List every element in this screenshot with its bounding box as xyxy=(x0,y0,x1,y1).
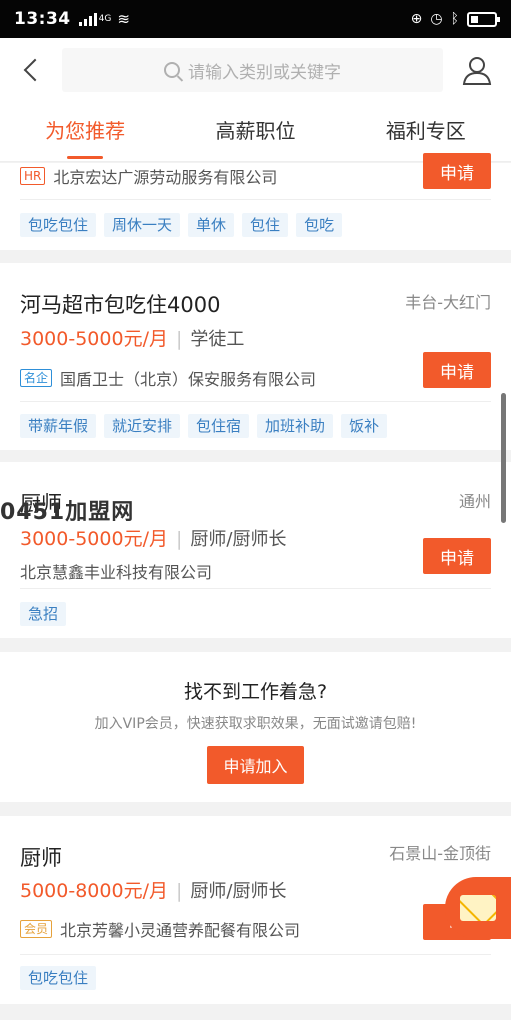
benefit-tag: 加班补助 xyxy=(257,414,334,438)
job-title: 河马超市包吃住4000 xyxy=(20,293,221,317)
header: 请输入类别或关键字 xyxy=(0,38,511,102)
envelope-icon xyxy=(460,895,496,921)
back-button[interactable] xyxy=(0,38,62,102)
battery-icon xyxy=(467,11,500,27)
vip-promo: 找不到工作着急? 加入VIP会员，快速获取求职效果，无面试邀请包赔! 申请加入 xyxy=(0,652,511,802)
benefit-tag: 包住 xyxy=(242,213,289,237)
benefit-tag: 包住宿 xyxy=(188,414,250,438)
tag-list: 带薪年假 就近安排 包住宿 加班补助 饭补 xyxy=(20,414,388,438)
company-name: 北京宏达广源劳动服务有限公司 xyxy=(53,168,278,187)
job-location: 通州 xyxy=(458,492,491,511)
promo-subtext: 加入VIP会员，快速获取求职效果，无面试邀请包赔! xyxy=(94,716,417,732)
benefit-tag: 周休一天 xyxy=(104,213,181,237)
benefit-tag: 包吃包住 xyxy=(20,213,97,237)
tab-high-salary[interactable]: 高薪职位 xyxy=(170,102,340,161)
job-location: 丰台-大红门 xyxy=(405,293,491,312)
job-card[interactable]: 厨师 通州 3000-5000元/月 | 厨师/厨师长 北京慧鑫丰业科技有限公司 申… xyxy=(0,462,511,638)
divider xyxy=(20,401,491,402)
tab-recommended[interactable]: 为您推荐 xyxy=(0,102,170,161)
tag-list: 急招 xyxy=(20,602,67,626)
job-salary: 3000-5000元/月 xyxy=(20,528,168,550)
benefit-tag: 就近安排 xyxy=(104,414,181,438)
job-salary: 3000-5000元/月 xyxy=(20,328,168,350)
divider xyxy=(20,954,491,955)
job-location: 石景山-金顶街 xyxy=(389,844,491,863)
job-card[interactable]: 厨师 石景山-金顶街 5000-8000元/月 | 厨师/厨师长 会员 北京芳馨小灵… xyxy=(0,816,511,1004)
salary-row: 3000-5000元/月 | 学徒工 xyxy=(20,328,245,350)
company-row: 会员 北京芳馨小灵通营养配餐有限公司 xyxy=(20,917,300,941)
search-placeholder: 请输入类别或关键字 xyxy=(188,62,341,83)
company-badge: 会员 xyxy=(20,920,53,938)
benefit-tag: 饭补 xyxy=(341,414,388,438)
scrollbar[interactable] xyxy=(501,393,506,523)
user-profile-button[interactable] xyxy=(443,38,511,102)
job-card[interactable]: 河马超市包吃住4000 丰台-大红门 3000-5000元/月 | 学徒工 名企 国… xyxy=(0,263,511,450)
apply-button[interactable]: 申请 xyxy=(423,538,491,574)
divider xyxy=(20,588,491,589)
watermark: 0451加盟网 xyxy=(0,500,135,525)
job-category: 厨师/厨师长 xyxy=(190,881,287,902)
job-category: 学徒工 xyxy=(190,329,245,350)
chevron-left-icon xyxy=(23,58,47,82)
lock-icon: ⊕ xyxy=(410,11,423,27)
job-category: 厨师/厨师长 xyxy=(190,529,287,550)
apply-button[interactable]: 申请 xyxy=(423,352,491,388)
status-bar: 13:34 4G ≋ ⊕ ◷ ᛒ xyxy=(0,0,511,38)
company-name: 北京芳馨小灵通营养配餐有限公司 xyxy=(60,921,301,940)
company-name: 北京慧鑫丰业科技有限公司 xyxy=(20,563,213,582)
benefit-tag: 单休 xyxy=(188,213,235,237)
company-row: 名企 国盾卫士（北京）保安服务有限公司 xyxy=(20,366,316,390)
company-badge: 名企 xyxy=(20,369,53,387)
benefit-tag: 急招 xyxy=(20,602,67,626)
job-title: 厨师 xyxy=(20,846,62,870)
search-input[interactable]: 请输入类别或关键字 xyxy=(62,48,443,92)
job-salary: 5000-8000元/月 xyxy=(20,880,168,902)
benefit-tag: 包吃包住 xyxy=(20,966,97,990)
join-vip-button[interactable]: 申请加入 xyxy=(207,746,304,784)
search-icon xyxy=(164,62,180,78)
company-name: 国盾卫士（北京）保安服务有限公司 xyxy=(60,370,317,389)
floating-message-button[interactable] xyxy=(445,877,511,939)
divider xyxy=(20,199,491,200)
tag-list: 包吃包住 周休一天 单休 包住 包吃 xyxy=(20,213,343,237)
promo-heading: 找不到工作着急? xyxy=(183,681,328,703)
wifi-icon: ≋ xyxy=(117,10,130,28)
bluetooth-icon: ᛒ xyxy=(450,11,459,27)
signal-icon xyxy=(78,12,97,26)
benefit-tag: 包吃 xyxy=(296,213,343,237)
job-card[interactable]: HR 北京宏达广源劳动服务有限公司 申请 包吃包住 周休一天 单休 包住 包吃 xyxy=(0,153,511,250)
company-badge: HR xyxy=(20,167,46,185)
company-row: HR 北京宏达广源劳动服务有限公司 xyxy=(20,164,277,188)
company-row: 北京慧鑫丰业科技有限公司 xyxy=(20,559,212,583)
benefit-tag: 带薪年假 xyxy=(20,414,97,438)
status-time: 13:34 xyxy=(14,9,71,29)
salary-row: 5000-8000元/月 | 厨师/厨师长 xyxy=(20,880,287,902)
tag-list: 包吃包住 xyxy=(20,966,97,990)
apply-button[interactable]: 申请 xyxy=(423,153,491,189)
salary-row: 3000-5000元/月 | 厨师/厨师长 xyxy=(20,528,287,550)
user-icon xyxy=(462,57,492,85)
network-type: 4G xyxy=(98,14,112,24)
alarm-icon: ◷ xyxy=(430,11,443,27)
